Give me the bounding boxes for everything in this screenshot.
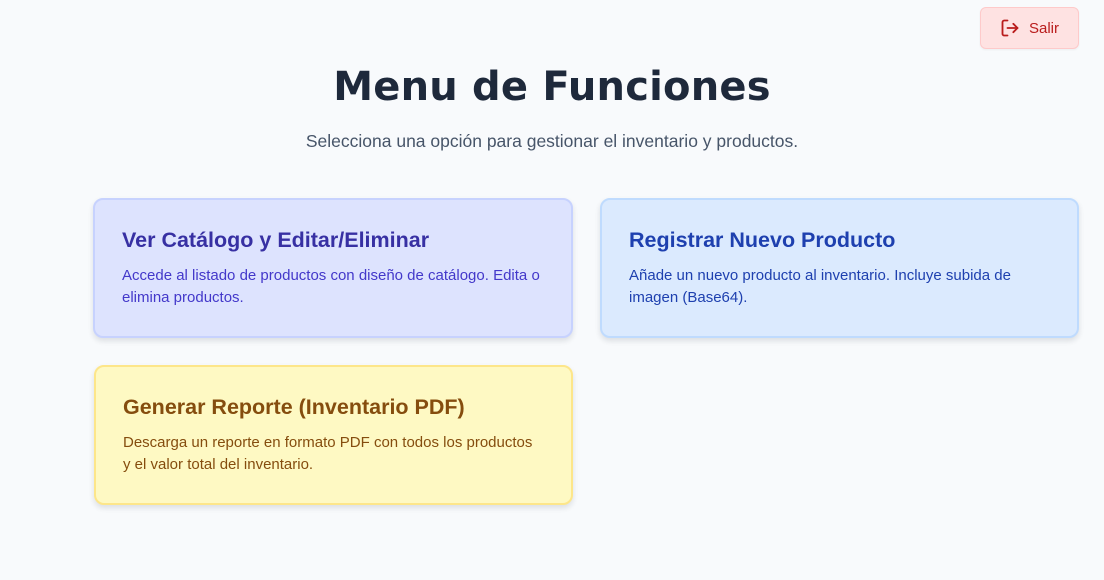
- report-card[interactable]: Generar Reporte (Inventario PDF) Descarg…: [94, 365, 573, 505]
- register-product-card-title: Registrar Nuevo Producto: [629, 228, 896, 252]
- report-card-description: Descarga un reporte en formato PDF con t…: [123, 434, 533, 473]
- logout-icon: [1000, 18, 1020, 38]
- register-product-card-description: Añade un nuevo producto al inventario. I…: [629, 267, 1011, 306]
- page-title: Menu de Funciones: [333, 64, 771, 110]
- logout-label: Salir: [1028, 19, 1059, 37]
- catalog-card-description: Accede al listado de productos con diseñ…: [122, 267, 540, 306]
- register-product-card[interactable]: Registrar Nuevo Producto Añade un nuevo …: [600, 198, 1079, 338]
- page-subtitle: Selecciona una opción para gestionar el …: [305, 131, 799, 151]
- catalog-card-title: Ver Catálogo y Editar/Eliminar: [122, 228, 430, 252]
- logout-button[interactable]: Salir: [980, 7, 1079, 49]
- functions-menu-page: Salir Menu de Funciones Selecciona una o…: [0, 0, 1104, 580]
- report-card-title: Generar Reporte (Inventario PDF): [123, 395, 465, 419]
- catalog-card[interactable]: Ver Catálogo y Editar/Eliminar Accede al…: [93, 198, 573, 338]
